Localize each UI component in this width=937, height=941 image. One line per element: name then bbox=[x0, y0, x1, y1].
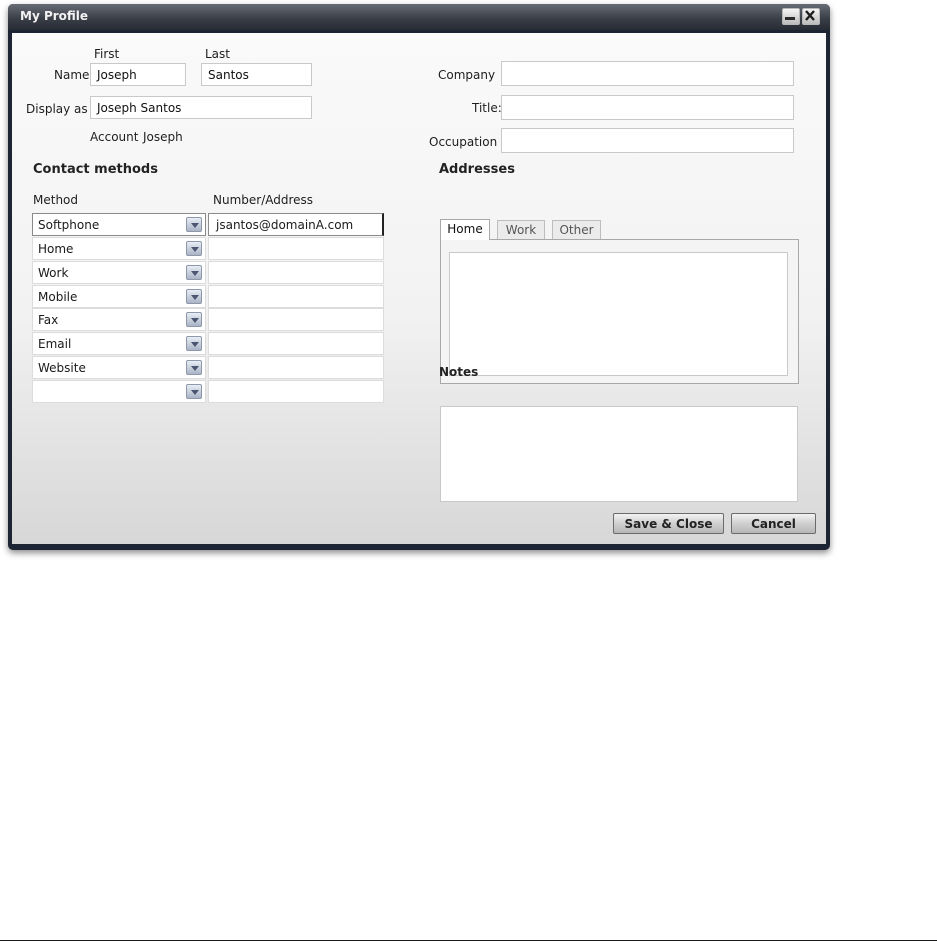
tab-other[interactable]: Other bbox=[552, 220, 601, 239]
method-value: Website bbox=[38, 361, 86, 375]
occupation-field[interactable] bbox=[501, 128, 794, 153]
method-select[interactable]: Website bbox=[32, 356, 206, 379]
dropdown-arrow-icon[interactable] bbox=[186, 241, 202, 256]
tab-work[interactable]: Work bbox=[497, 220, 545, 239]
cancel-button[interactable]: Cancel bbox=[731, 513, 816, 534]
address-field[interactable] bbox=[208, 237, 384, 260]
notes-heading: Notes bbox=[439, 365, 479, 379]
address-field[interactable] bbox=[208, 380, 384, 403]
display-as-field[interactable]: Joseph Santos bbox=[90, 96, 312, 119]
name-label: Name bbox=[54, 68, 90, 82]
last-name-label: Last bbox=[205, 47, 230, 61]
contact-row: Website bbox=[32, 356, 384, 379]
company-label: Company bbox=[438, 68, 496, 82]
method-value: Work bbox=[38, 266, 69, 280]
contact-row: Email bbox=[32, 332, 384, 355]
save-close-button[interactable]: Save & Close bbox=[613, 513, 724, 534]
contact-row: Work bbox=[32, 261, 384, 284]
method-value: Softphone bbox=[38, 218, 100, 232]
company-field[interactable] bbox=[501, 61, 794, 86]
display-as-label: Display as bbox=[26, 102, 88, 116]
close-button[interactable] bbox=[802, 8, 820, 25]
address-field[interactable]: jsantos@domainA.com bbox=[208, 213, 384, 236]
my-profile-window: My Profile First Last Name Joseph Santos… bbox=[8, 4, 830, 550]
address-field[interactable] bbox=[208, 285, 384, 308]
last-name-field[interactable]: Santos bbox=[201, 63, 312, 86]
addresses-heading: Addresses bbox=[439, 162, 515, 177]
dropdown-arrow-icon[interactable] bbox=[186, 289, 202, 304]
contact-row: Softphone jsantos@domainA.com bbox=[32, 213, 384, 236]
method-select[interactable]: Softphone bbox=[32, 213, 206, 236]
method-value: Mobile bbox=[38, 290, 78, 304]
method-select[interactable]: Mobile bbox=[32, 285, 206, 308]
address-field[interactable] bbox=[208, 332, 384, 355]
contact-row: Mobile bbox=[32, 285, 384, 308]
method-select[interactable]: Fax bbox=[32, 308, 206, 331]
address-field[interactable] bbox=[208, 261, 384, 284]
first-name-field[interactable]: Joseph bbox=[90, 63, 186, 86]
account-label: Account bbox=[90, 130, 139, 144]
window-title: My Profile bbox=[20, 9, 89, 23]
method-value: Home bbox=[38, 242, 74, 256]
method-select[interactable]: Work bbox=[32, 261, 206, 284]
close-icon bbox=[805, 10, 815, 21]
method-select[interactable] bbox=[32, 380, 206, 403]
dropdown-arrow-icon[interactable] bbox=[186, 217, 202, 232]
account-value: Joseph bbox=[143, 130, 183, 144]
dropdown-arrow-icon[interactable] bbox=[186, 336, 202, 351]
dropdown-arrow-icon[interactable] bbox=[186, 384, 202, 399]
address-column-header: Number/Address bbox=[213, 193, 314, 207]
address-field[interactable] bbox=[208, 356, 384, 379]
occupation-label: Occupation bbox=[429, 135, 498, 149]
method-select[interactable]: Home bbox=[32, 237, 206, 260]
title-field[interactable] bbox=[501, 95, 794, 120]
notes-textarea[interactable] bbox=[440, 406, 798, 502]
dialog-body: First Last Name Joseph Santos Display as… bbox=[12, 33, 826, 544]
dropdown-arrow-icon[interactable] bbox=[186, 265, 202, 280]
method-value: Email bbox=[38, 337, 72, 351]
contact-row: Fax bbox=[32, 308, 384, 331]
contact-row bbox=[32, 380, 384, 403]
method-column-header: Method bbox=[33, 193, 79, 207]
dropdown-arrow-icon[interactable] bbox=[186, 360, 202, 375]
title-bar[interactable]: My Profile bbox=[8, 4, 830, 30]
minimize-icon bbox=[785, 17, 795, 20]
tab-home[interactable]: Home bbox=[440, 219, 490, 240]
dropdown-arrow-icon[interactable] bbox=[186, 312, 202, 327]
contact-row: Home bbox=[32, 237, 384, 260]
contact-methods-heading: Contact methods bbox=[33, 162, 158, 177]
first-name-label: First bbox=[94, 47, 120, 61]
method-value: Fax bbox=[38, 313, 59, 327]
address-tab-panel bbox=[440, 239, 799, 384]
address-field[interactable] bbox=[208, 308, 384, 331]
title-label: Title: bbox=[472, 101, 502, 115]
address-textarea[interactable] bbox=[449, 252, 788, 376]
method-select[interactable]: Email bbox=[32, 332, 206, 355]
minimize-button[interactable] bbox=[782, 8, 800, 25]
